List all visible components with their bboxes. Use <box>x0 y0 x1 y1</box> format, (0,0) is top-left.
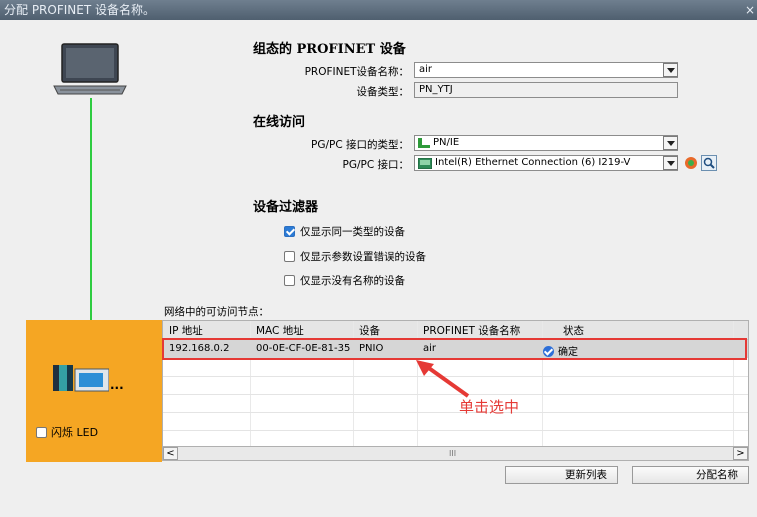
title-bar: 分配 PROFINET 设备名称。 × <box>0 0 757 20</box>
online-heading: 在线访问 <box>253 115 306 130</box>
pc-station-icon <box>53 43 127 95</box>
device-more-label: ... <box>110 378 124 392</box>
device-name-field[interactable]: air <box>414 62 678 78</box>
flash-led-label: 闪烁 LED <box>51 426 99 439</box>
iface-field[interactable]: Intel(R) Ethernet Connection (6) I219-V <box>414 155 678 171</box>
search-icon[interactable] <box>701 155 717 171</box>
scroll-left-button[interactable]: < <box>163 447 178 460</box>
close-icon[interactable]: × <box>745 0 755 20</box>
iface-value: Intel(R) Ethernet Connection (6) I219-V <box>435 157 631 168</box>
update-list-button[interactable]: 更新列表 <box>505 466 618 484</box>
device-type-field: PN_YTJ <box>414 82 678 98</box>
nodes-caption: 网络中的可访问节点： <box>164 306 269 318</box>
iface-type-value: PN/IE <box>433 137 460 148</box>
filter-option-param-error[interactable]: 仅显示参数设置错误的设备 <box>284 249 426 264</box>
iface-label: PG/PC 接口： <box>342 159 409 171</box>
filter-param-error-label: 仅显示参数设置错误的设备 <box>300 251 426 263</box>
filter-heading: 设备过滤器 <box>253 200 319 215</box>
col-device[interactable]: 设备 <box>359 323 380 338</box>
config-heading: 组态的 PROFINET 设备 <box>253 42 406 57</box>
filter-no-name-checkbox[interactable] <box>284 275 295 286</box>
filter-param-error-checkbox[interactable] <box>284 251 295 262</box>
network-card-icon <box>418 158 432 169</box>
iface-type-field[interactable]: PN/IE <box>414 135 678 151</box>
grid-line <box>163 430 748 431</box>
device-panel[interactable]: ... 闪烁 LED <box>26 320 162 462</box>
window-title: 分配 PROFINET 设备名称。 <box>4 3 155 17</box>
col-mac[interactable]: MAC 地址 <box>256 323 304 338</box>
diagnostics-icon[interactable] <box>684 156 698 170</box>
annotation-hint: 单击选中 <box>459 398 520 416</box>
horizontal-scrollbar[interactable]: < III > <box>162 446 749 461</box>
device-type-label: 设备类型： <box>356 86 410 98</box>
dialog-body: ... 闪烁 LED 组态的 PROFINET 设备 PROFINET设备名称：… <box>0 20 757 517</box>
scroll-grip[interactable]: III <box>449 449 456 458</box>
selection-highlight <box>162 338 747 360</box>
filter-option-no-name[interactable]: 仅显示没有名称的设备 <box>284 273 405 288</box>
filter-option-same-type[interactable]: 仅显示同一类型的设备 <box>284 224 405 239</box>
assign-name-button[interactable]: 分配名称 <box>632 466 749 484</box>
plc-device-icon <box>53 365 109 392</box>
col-profinet-name[interactable]: PROFINET 设备名称 <box>423 323 520 338</box>
filter-same-type-label: 仅显示同一类型的设备 <box>300 226 405 238</box>
flash-led-checkbox[interactable] <box>36 426 47 438</box>
network-type-icon <box>418 138 430 148</box>
iface-dropdown[interactable] <box>663 156 678 170</box>
filter-no-name-label: 仅显示没有名称的设备 <box>300 275 405 287</box>
device-name-dropdown[interactable] <box>663 63 678 77</box>
filter-same-type-checkbox[interactable] <box>284 226 295 237</box>
device-name-label: PROFINET设备名称： <box>304 66 409 78</box>
grid-line <box>163 412 748 413</box>
iface-type-label: PG/PC 接口的类型： <box>310 139 409 151</box>
iface-type-dropdown[interactable] <box>663 136 678 150</box>
col-ip[interactable]: IP 地址 <box>169 323 203 338</box>
scroll-right-button[interactable]: > <box>733 447 748 460</box>
flash-led-option[interactable]: 闪烁 LED <box>36 424 98 440</box>
col-status[interactable]: 状态 <box>563 323 584 338</box>
